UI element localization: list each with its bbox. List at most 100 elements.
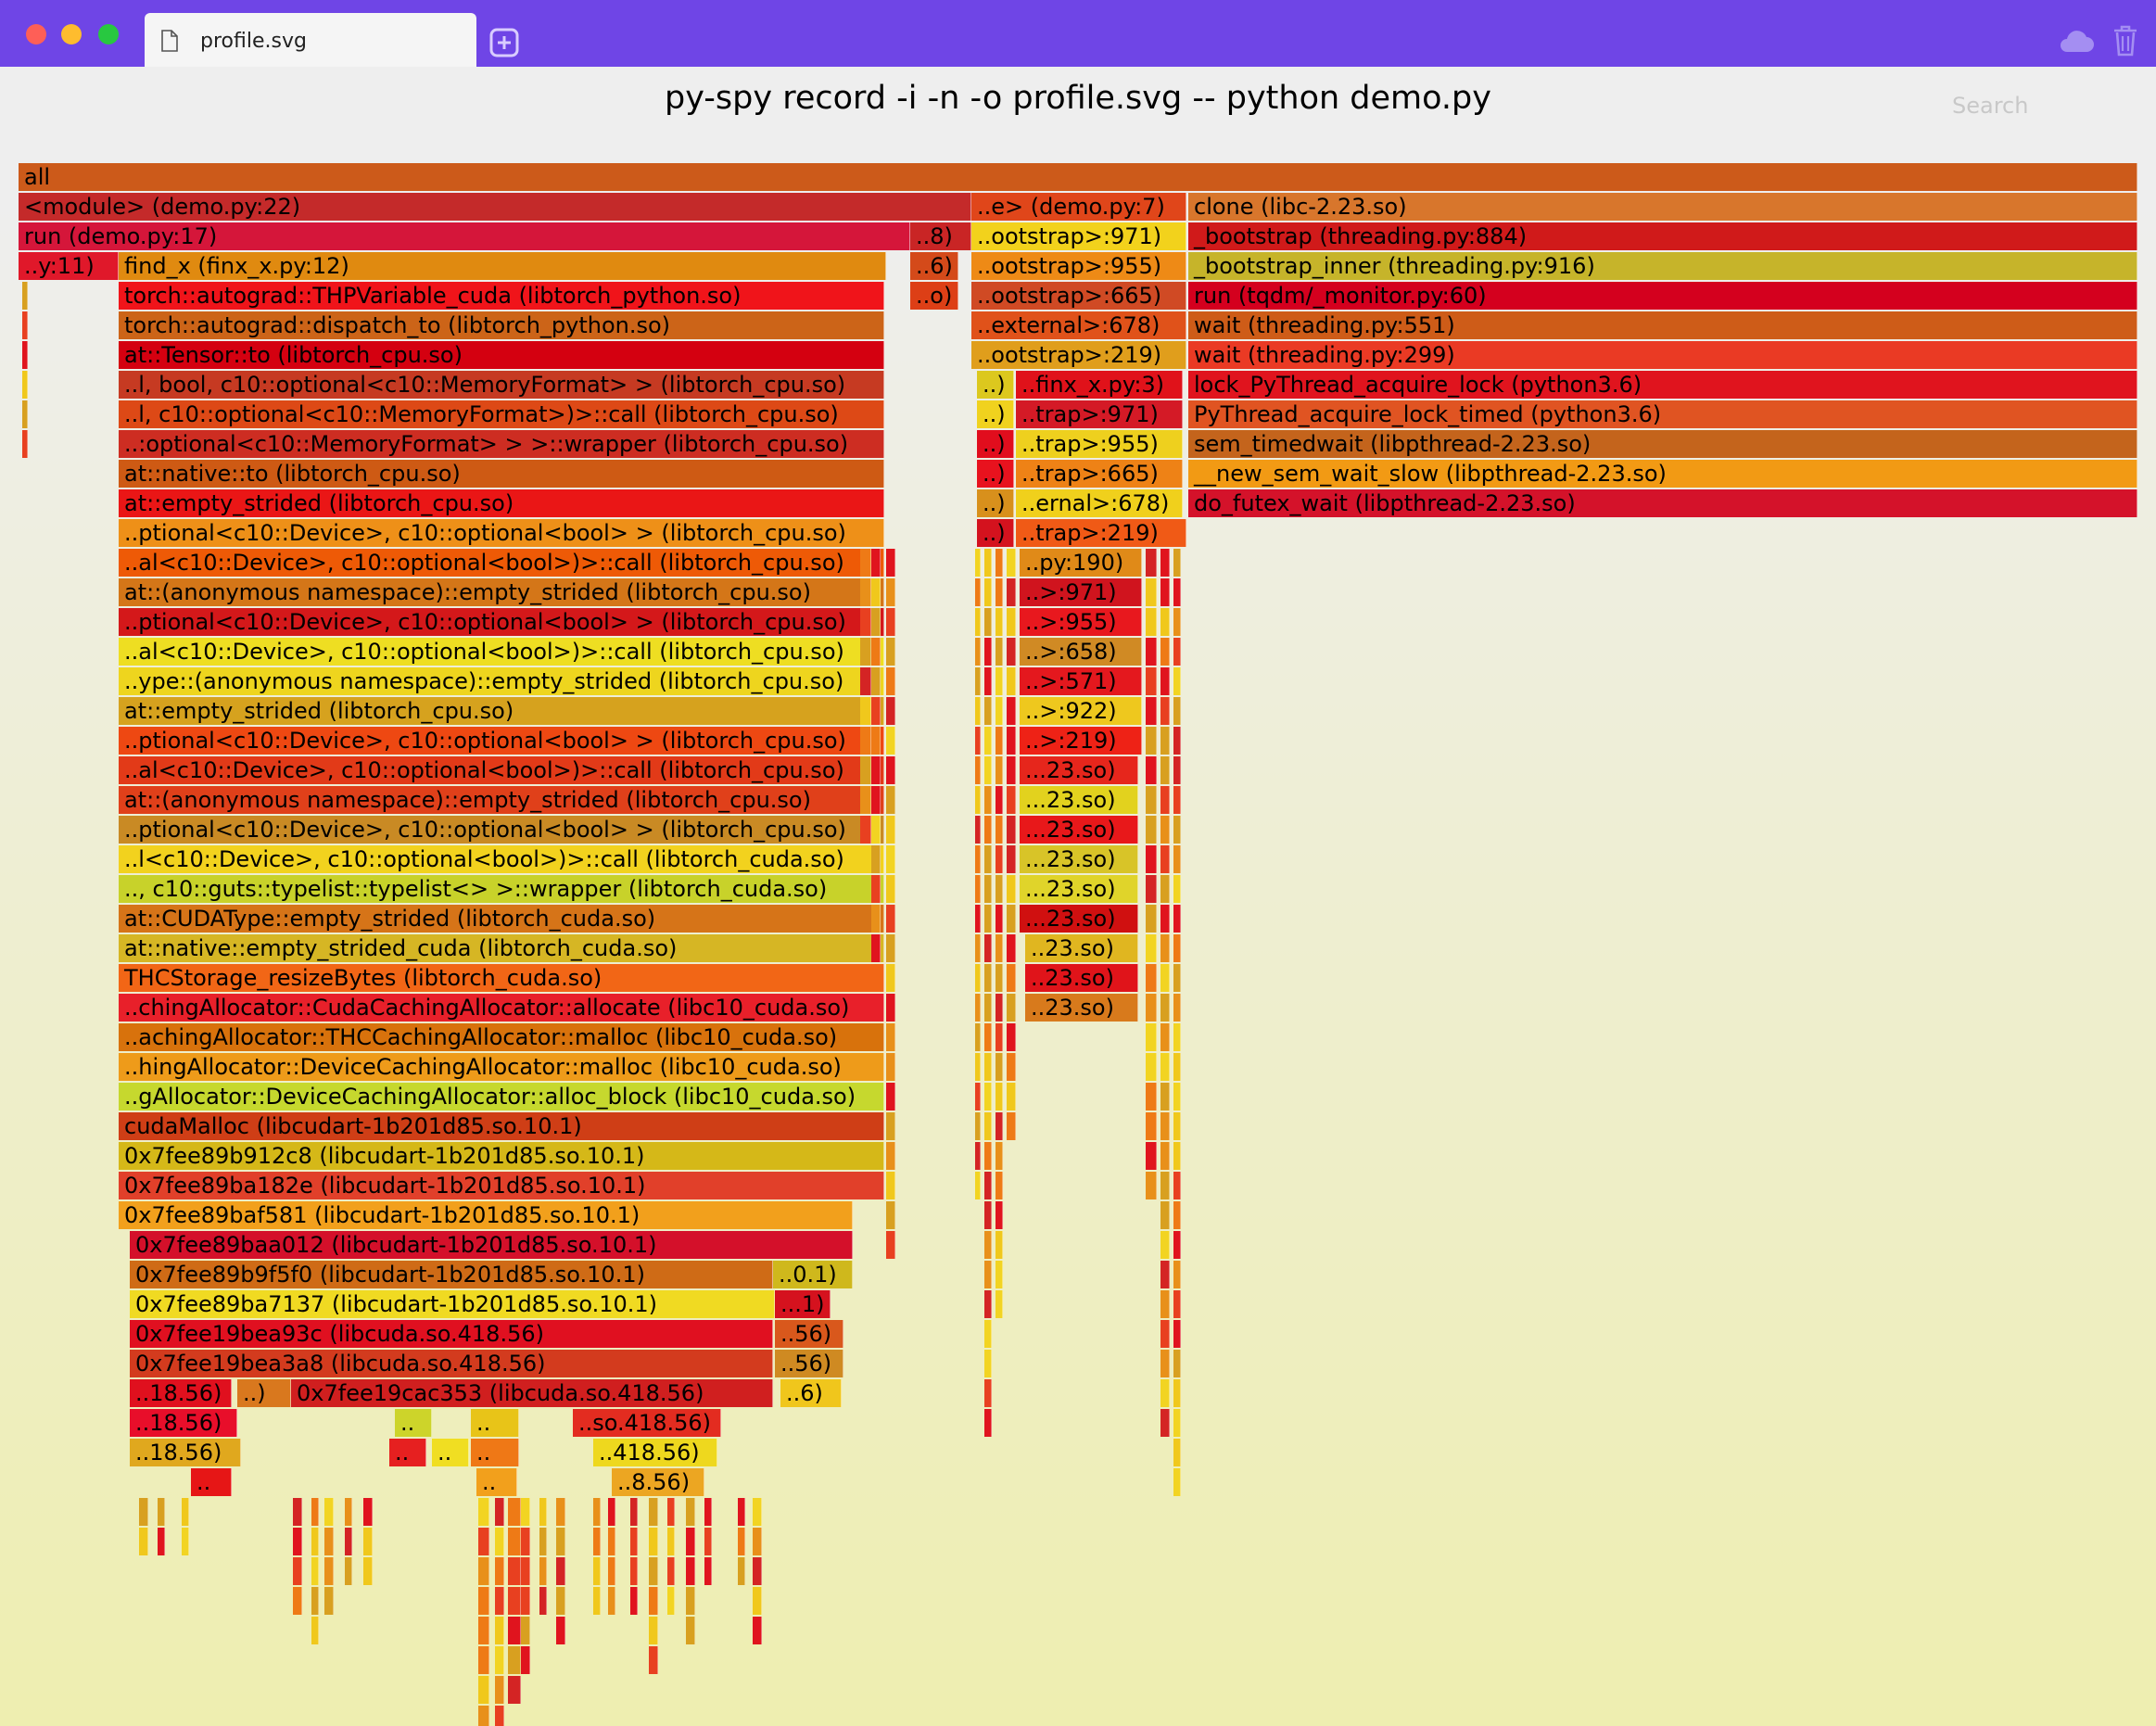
stack-fragment[interactable] — [686, 1617, 695, 1644]
stack-fragment[interactable] — [1007, 549, 1016, 577]
frame[interactable]: ..ootstrap>:665) — [971, 282, 1186, 310]
stack-fragment[interactable] — [539, 1587, 547, 1615]
stack-fragment[interactable] — [871, 578, 881, 606]
stack-fragment[interactable] — [1160, 786, 1170, 814]
stack-fragment[interactable] — [667, 1587, 675, 1615]
stack-fragment[interactable] — [508, 1557, 521, 1585]
stack-fragment[interactable] — [1007, 667, 1016, 695]
stack-fragment[interactable] — [975, 816, 981, 844]
stack-fragment[interactable] — [1007, 786, 1016, 814]
stack-fragment[interactable] — [539, 1557, 547, 1585]
frame[interactable]: torch::autograd::THPVariable_cuda (libto… — [119, 282, 884, 310]
stack-fragment[interactable] — [1160, 727, 1170, 755]
stack-fragment[interactable] — [1007, 1053, 1016, 1081]
frame-wait[interactable]: wait (threading.py:299) — [1188, 341, 2137, 369]
stack-fragment[interactable] — [1007, 1023, 1016, 1051]
stack-fragment[interactable] — [1007, 638, 1016, 666]
stack-fragment[interactable] — [521, 1587, 530, 1615]
stack-fragment[interactable] — [975, 1083, 981, 1110]
stack-fragment[interactable] — [984, 549, 992, 577]
stack-fragment[interactable] — [860, 578, 871, 606]
stack-fragment[interactable] — [1160, 1320, 1170, 1348]
stack-fragment[interactable] — [860, 638, 871, 666]
stack-fragment[interactable] — [860, 786, 871, 814]
close-window-button[interactable] — [26, 24, 46, 44]
stack-fragment[interactable] — [996, 1023, 1003, 1051]
stack-fragment[interactable] — [975, 667, 981, 695]
stack-fragment[interactable] — [1146, 934, 1157, 962]
stack-fragment[interactable] — [975, 1112, 981, 1140]
stack-fragment[interactable] — [984, 1231, 992, 1259]
stack-fragment[interactable] — [1146, 994, 1157, 1022]
stack-fragment[interactable] — [1173, 549, 1181, 577]
stack-fragment[interactable] — [1173, 697, 1181, 725]
stack-fragment[interactable] — [478, 1676, 489, 1704]
frame[interactable]: ..418.56) — [593, 1439, 717, 1466]
stack-fragment[interactable] — [996, 845, 1003, 873]
stack-fragment[interactable] — [556, 1617, 565, 1644]
frame[interactable]: at::empty_strided (libtorch_cpu.so) — [119, 697, 884, 725]
frame[interactable]: .. — [471, 1409, 519, 1437]
stack-fragment[interactable] — [886, 608, 895, 636]
stack-fragment[interactable] — [495, 1676, 504, 1704]
stack-fragment[interactable] — [996, 1053, 1003, 1081]
stack-fragment[interactable] — [1160, 905, 1170, 933]
stack-fragment[interactable] — [1160, 697, 1170, 725]
frame[interactable]: ..>:658) — [1020, 638, 1142, 666]
stack-fragment[interactable] — [686, 1498, 695, 1526]
frame-find-x[interactable]: find_x (finx_x.py:12) — [119, 252, 886, 280]
stack-fragment[interactable] — [753, 1498, 762, 1526]
stack-fragment[interactable] — [539, 1498, 547, 1526]
stack-fragment[interactable] — [521, 1646, 530, 1674]
stack-fragment[interactable] — [996, 1201, 1003, 1229]
stack-fragment[interactable] — [1160, 1142, 1170, 1170]
stack-fragment[interactable] — [311, 1528, 319, 1555]
stack-fragment[interactable] — [1173, 1083, 1181, 1110]
stack-fragment[interactable] — [975, 727, 981, 755]
stack-fragment[interactable] — [871, 875, 881, 903]
stack-fragment[interactable] — [1146, 1112, 1157, 1140]
stack-fragment[interactable] — [293, 1498, 302, 1526]
stack-fragment[interactable] — [1007, 608, 1016, 636]
stack-fragment[interactable] — [363, 1528, 373, 1555]
stack-fragment[interactable] — [22, 282, 28, 310]
stack-fragment[interactable] — [1160, 1201, 1170, 1229]
stack-fragment[interactable] — [22, 311, 28, 339]
stack-fragment[interactable] — [1173, 934, 1181, 962]
stack-fragment[interactable] — [521, 1617, 530, 1644]
stack-fragment[interactable] — [1146, 578, 1157, 606]
stack-fragment[interactable] — [1173, 1409, 1181, 1437]
stack-fragment[interactable] — [871, 934, 881, 962]
stack-fragment[interactable] — [886, 697, 895, 725]
frame[interactable]: ..ootstrap>:971) — [971, 222, 1186, 250]
stack-fragment[interactable] — [996, 697, 1003, 725]
stack-fragment[interactable] — [1160, 934, 1170, 962]
stack-fragment[interactable] — [996, 638, 1003, 666]
stack-fragment[interactable] — [984, 1350, 992, 1377]
frame[interactable]: ..>:971) — [1020, 578, 1142, 606]
frame[interactable]: .. — [476, 1468, 517, 1496]
stack-fragment[interactable] — [984, 1142, 992, 1170]
stack-fragment[interactable] — [1146, 1053, 1157, 1081]
stack-fragment[interactable] — [975, 1023, 981, 1051]
stack-fragment[interactable] — [182, 1498, 189, 1526]
frame[interactable]: at::(anonymous namespace)::empty_strided… — [119, 578, 884, 606]
stack-fragment[interactable] — [1160, 1409, 1170, 1437]
frame[interactable]: ..y:11) — [19, 252, 119, 280]
stack-fragment[interactable] — [22, 430, 28, 458]
frame[interactable]: ..6) — [780, 1379, 842, 1407]
frame[interactable]: ..ype::(anonymous namespace)::empty_stri… — [119, 667, 884, 695]
frame[interactable]: ..e> (demo.py:7) — [971, 193, 1186, 221]
stack-fragment[interactable] — [1160, 667, 1170, 695]
stack-fragment[interactable] — [1173, 578, 1181, 606]
stack-fragment[interactable] — [1146, 905, 1157, 933]
frame[interactable]: ..al<c10::Device>, c10::optional<bool>)>… — [119, 756, 884, 784]
frame[interactable]: ..l<c10::Device>, c10::optional<bool>)>:… — [119, 845, 884, 873]
frame[interactable]: ..18.56) — [130, 1439, 241, 1466]
stack-fragment[interactable] — [667, 1498, 675, 1526]
stack-fragment[interactable] — [975, 608, 981, 636]
stack-fragment[interactable] — [886, 905, 895, 933]
stack-fragment[interactable] — [630, 1557, 638, 1585]
stack-fragment[interactable] — [556, 1528, 565, 1555]
frame[interactable]: ..6) — [910, 252, 958, 280]
